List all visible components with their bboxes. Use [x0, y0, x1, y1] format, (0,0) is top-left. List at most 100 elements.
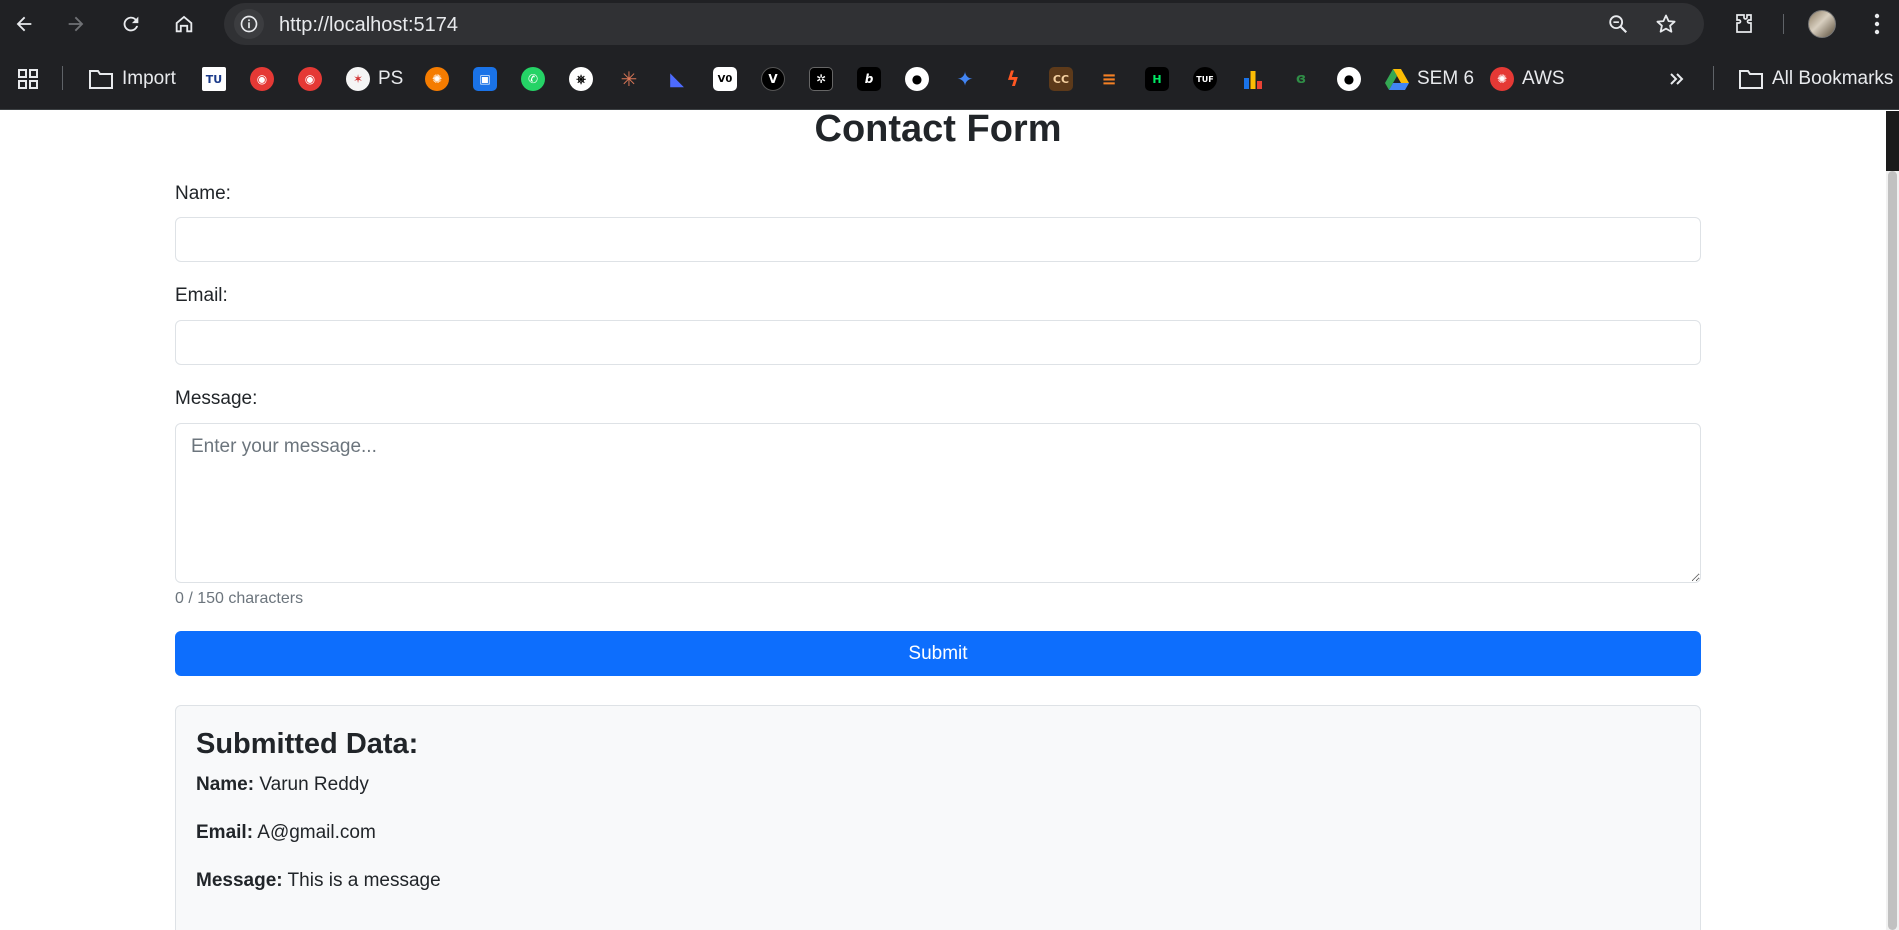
- info-icon: [240, 15, 258, 33]
- scrollbar-thumb[interactable]: [1888, 171, 1897, 930]
- b-icon: b: [857, 67, 881, 91]
- bookmark-claude[interactable]: ✳: [617, 65, 641, 93]
- openai-icon: ⎈: [569, 67, 593, 91]
- message-label: Message:: [175, 388, 258, 409]
- bookmark-orange[interactable]: ✺: [425, 65, 449, 93]
- aws-icon: ✺: [1490, 67, 1514, 91]
- bookmark-star-icon[interactable]: [1654, 12, 1678, 36]
- bookmark-b[interactable]: b: [857, 65, 881, 93]
- cc-icon: CC: [1049, 67, 1073, 91]
- url-text: http://localhost:5174: [279, 14, 459, 36]
- bookmark-github-1[interactable]: ●: [905, 65, 929, 93]
- github-icon: ●: [1337, 67, 1361, 91]
- ps-star-icon: ✶: [346, 67, 370, 91]
- zoom-icon[interactable]: [1606, 12, 1630, 36]
- folder-icon: [89, 70, 113, 89]
- address-bar[interactable]: http://localhost:5174: [224, 3, 1704, 45]
- bookmark-import[interactable]: Import: [88, 65, 176, 93]
- contact-card-icon: ▣: [473, 67, 497, 91]
- home-icon: [175, 15, 193, 33]
- bookmark-gfg[interactable]: ɞ: [1289, 65, 1313, 93]
- whatsapp-icon: ✆: [521, 67, 545, 91]
- bookmark-stack[interactable]: ≡: [1097, 65, 1121, 93]
- name-label: Name:: [175, 183, 231, 204]
- bookmarks-divider: [62, 66, 63, 90]
- apps-grid-icon[interactable]: [16, 65, 40, 93]
- bookmark-vo[interactable]: V0: [713, 65, 737, 93]
- bookmark-hackerrank[interactable]: H: [1145, 65, 1169, 93]
- bookmark-chart[interactable]: [1241, 65, 1265, 93]
- name-input[interactable]: [175, 217, 1701, 262]
- submitted-data-title: Submitted Data:: [196, 728, 419, 760]
- page-scrollbar[interactable]: [1886, 111, 1899, 930]
- bar-chart-icon: [1244, 71, 1262, 89]
- forward-button[interactable]: [61, 9, 91, 39]
- extensions-icon[interactable]: [1729, 9, 1759, 39]
- home-button[interactable]: [169, 9, 199, 39]
- orange-circle-icon: ✺: [425, 67, 449, 91]
- deepseek-icon: ◣: [670, 68, 684, 90]
- bookmark-tuf[interactable]: TUF: [1193, 65, 1217, 93]
- bookmarks-overflow-icon[interactable]: [1667, 65, 1687, 93]
- submitted-name-label: Name:: [196, 774, 255, 795]
- eye-red-icon: ◉: [250, 67, 274, 91]
- bookmark-eye-2[interactable]: ◉: [298, 65, 322, 93]
- toolbar-divider: [1783, 14, 1784, 34]
- gemini-icon: ✦: [956, 67, 974, 91]
- submitted-name: Name: Varun Reddy: [196, 774, 369, 796]
- bookmark-cc[interactable]: CC: [1049, 65, 1073, 93]
- folder-icon: [1739, 70, 1763, 89]
- bookmark-gemini[interactable]: ✦: [953, 65, 977, 93]
- bookmark-tu[interactable]: TU: [202, 65, 226, 93]
- hackerrank-icon: H: [1145, 67, 1169, 91]
- submitted-name-value: Varun Reddy: [259, 774, 369, 795]
- menu-kebab-icon[interactable]: [1862, 9, 1892, 39]
- submitted-message: Message: This is a message: [196, 870, 441, 892]
- message-textarea[interactable]: [175, 423, 1701, 583]
- bookmarks-divider: [1713, 66, 1714, 90]
- bolt-icon: ϟ: [1006, 67, 1020, 91]
- bookmark-sem6[interactable]: SEM 6: [1385, 65, 1474, 93]
- bookmark-whatsapp[interactable]: ✆: [521, 65, 545, 93]
- submitted-email-label: Email:: [196, 822, 254, 843]
- submitted-message-value: This is a message: [287, 870, 441, 891]
- drive-icon: [1385, 69, 1409, 90]
- browser-toolbar: http://localhost:5174: [0, 0, 1899, 48]
- email-input[interactable]: [175, 320, 1701, 365]
- bookmarks-bar: Import TU ◉ ◉ ✶ PS ✺ ▣ ✆ ⎈ ✳ ◣ V0 V ✲ b …: [0, 48, 1899, 110]
- bookmark-ps[interactable]: ✶ PS: [346, 65, 403, 93]
- reload-button[interactable]: [116, 9, 146, 39]
- page-viewport: Contact Form Name: Email: Message: 0 / 1…: [0, 111, 1886, 930]
- bookmark-github-2[interactable]: ●: [1337, 65, 1361, 93]
- email-label: Email:: [175, 285, 228, 306]
- tuf-icon: TUF: [1193, 67, 1217, 91]
- bookmark-deepseek[interactable]: ◣: [665, 65, 689, 93]
- arrow-left-icon: [16, 16, 32, 32]
- bookmark-eye-1[interactable]: ◉: [250, 65, 274, 93]
- bookmark-v[interactable]: V: [761, 65, 785, 93]
- site-info-icon[interactable]: [234, 9, 264, 39]
- eye-red-icon: ◉: [298, 67, 322, 91]
- gfg-icon: ɞ: [1295, 71, 1307, 87]
- github-icon: ●: [905, 67, 929, 91]
- all-bookmarks[interactable]: All Bookmarks: [1738, 65, 1893, 93]
- bookmark-openai[interactable]: ⎈: [569, 65, 593, 93]
- tu-icon: TU: [202, 67, 226, 91]
- profile-avatar[interactable]: [1808, 10, 1836, 38]
- submitted-data-card: Submitted Data: Name: Varun Reddy Email:…: [175, 705, 1701, 930]
- page-title: Contact Form: [814, 111, 1062, 150]
- bookmark-pattern[interactable]: ✲: [809, 65, 833, 93]
- bookmark-aws[interactable]: ✺ AWS: [1490, 65, 1565, 93]
- back-button[interactable]: [9, 9, 39, 39]
- vo-icon: V0: [713, 67, 737, 91]
- bookmark-bolt[interactable]: ϟ: [1001, 65, 1025, 93]
- character-counter: 0 / 150 characters: [175, 590, 304, 607]
- bookmark-contacts[interactable]: ▣: [473, 65, 497, 93]
- submitted-email-value: A@gmail.com: [257, 822, 376, 843]
- submit-button[interactable]: Submit: [175, 631, 1701, 676]
- submitted-message-label: Message:: [196, 870, 283, 891]
- stack-icon: ≡: [1101, 68, 1117, 90]
- scrollbar-track-top: [1886, 111, 1899, 171]
- pattern-icon: ✲: [809, 67, 833, 91]
- submitted-email: Email: A@gmail.com: [196, 822, 376, 844]
